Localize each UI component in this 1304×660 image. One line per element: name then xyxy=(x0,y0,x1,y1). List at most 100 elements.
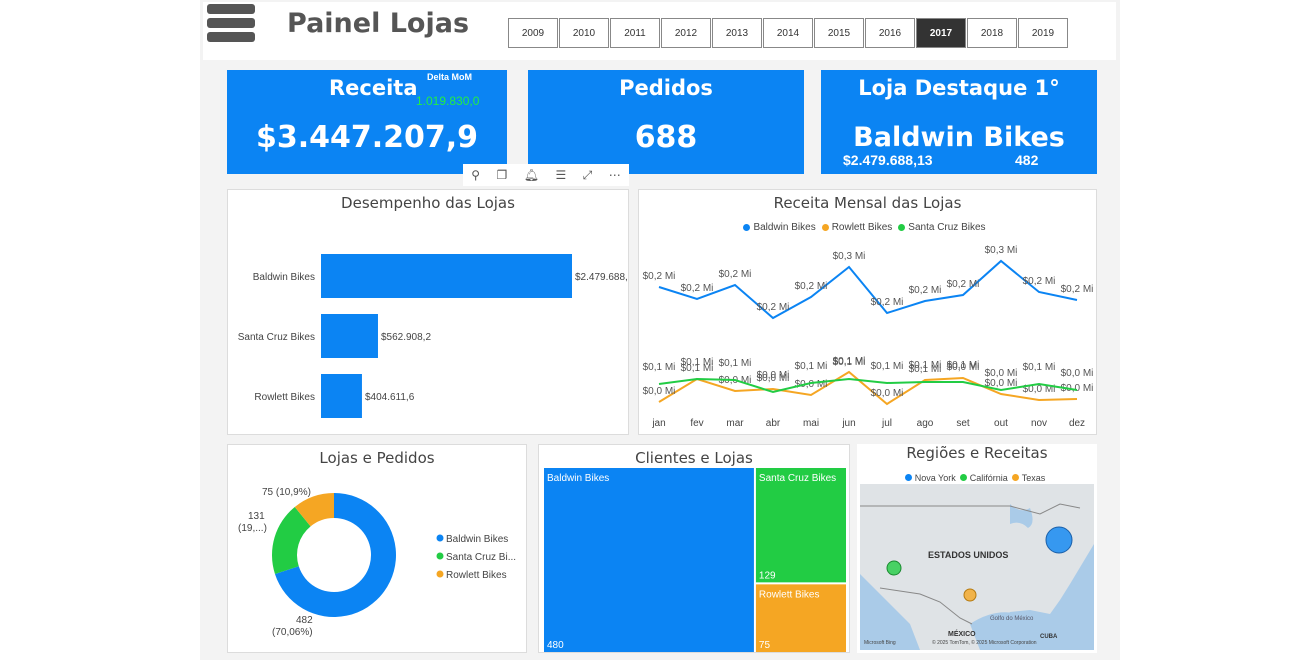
year-button-2018[interactable]: 2018 xyxy=(967,18,1017,48)
treemap-tile[interactable] xyxy=(755,468,846,583)
line-data-label: $0,0 Mi xyxy=(795,379,828,390)
line-data-label: $0,0 Mi xyxy=(757,370,790,381)
line-data-label: $0,2 Mi xyxy=(947,279,980,290)
bar[interactable] xyxy=(321,374,362,418)
mensal-panel[interactable]: Receita Mensal das Lojas Baldwin Bikes Ro… xyxy=(638,189,1097,435)
menu-icon[interactable] xyxy=(207,4,255,44)
year-button-2012[interactable]: 2012 xyxy=(661,18,711,48)
legend-item[interactable]: Rowlett Bikes xyxy=(821,222,893,233)
treemap-tile-value: 75 xyxy=(759,640,771,651)
legend-dot-icon xyxy=(436,534,444,542)
legend-dot-icon xyxy=(1011,474,1019,481)
year-button-2015[interactable]: 2015 xyxy=(814,18,864,48)
year-button-2013[interactable]: 2013 xyxy=(712,18,762,48)
legend-dot-icon xyxy=(904,474,912,481)
treemap-tile-value: 480 xyxy=(547,640,564,651)
map-cuba-label: CUBA xyxy=(1040,634,1058,640)
kpi-pedidos-title: Pedidos xyxy=(619,76,713,100)
line-data-label: $0,0 Mi xyxy=(643,386,676,397)
x-tick-label: mai xyxy=(803,418,819,429)
map-legend-label: Texas xyxy=(1021,472,1046,483)
treemap-chart: Baldwin Bikes 480 Santa Cruz Bikes 129 Rowle… xyxy=(544,468,846,652)
donut-legend-label[interactable]: Rowlett Bikes xyxy=(446,570,507,581)
copy-icon[interactable]: ❐ xyxy=(497,168,508,182)
donut-data-label: 131 xyxy=(248,511,265,522)
map-country-label: ESTADOS UNIDOS xyxy=(928,550,1008,560)
year-button-2017[interactable]: 2017 xyxy=(916,18,966,48)
year-button-2010[interactable]: 2010 xyxy=(559,18,609,48)
bar-value-label: $2.479.688,1 xyxy=(575,272,628,283)
delta-label: Delta MoM xyxy=(427,72,472,82)
kpi-receita-card[interactable]: Receita Delta MoM 1.019.830,0 $3.447.207… xyxy=(227,70,507,174)
map-legend-label: Nova York xyxy=(914,472,956,483)
bar[interactable] xyxy=(321,314,378,358)
focus-icon[interactable]: ⤢ xyxy=(583,168,593,183)
map-legend-item[interactable]: Texas xyxy=(1011,472,1046,483)
map-legend-item[interactable]: Nova York xyxy=(904,472,956,483)
more-icon[interactable]: ⋯ xyxy=(609,168,621,182)
year-button-2019[interactable]: 2019 xyxy=(1018,18,1068,48)
legend-dot-icon xyxy=(959,474,967,481)
treemap-tile[interactable] xyxy=(544,468,754,652)
kpi-destaque-title: Loja Destaque 1° xyxy=(858,76,1060,100)
donut-legend-label[interactable]: Santa Cruz Bi... xyxy=(446,552,516,563)
pin-icon[interactable]: ⚲ xyxy=(471,168,480,182)
treemap-tile-label: Santa Cruz Bikes xyxy=(759,473,836,484)
x-tick-label: abr xyxy=(766,418,781,429)
legend-item[interactable]: Santa Cruz Bikes xyxy=(898,222,986,233)
kpi-destaque-orders: 482 xyxy=(1015,152,1039,168)
legend-dot-icon xyxy=(743,224,751,231)
line-data-label: $0,2 Mi xyxy=(1023,276,1056,287)
x-tick-label: set xyxy=(956,418,970,429)
x-tick-label: ago xyxy=(917,418,934,429)
kpi-pedidos-card[interactable]: Pedidos 688 xyxy=(528,70,804,174)
visual-toolbar: ⚲ ❐ 🔔︎ ☰ ⤢ ⋯ xyxy=(463,164,629,186)
donut-data-label: 75 (10,9%) xyxy=(262,487,311,498)
legend-dot-icon xyxy=(821,224,829,231)
kpi-receita-title: Receita xyxy=(329,76,418,100)
x-tick-label: fev xyxy=(690,418,703,429)
map-credits: © 2025 TomTom, © 2025 Microsoft Corporat… xyxy=(932,639,1037,646)
year-button-2016[interactable]: 2016 xyxy=(865,18,915,48)
line-data-label: $0,0 Mi xyxy=(871,388,904,399)
line-data-label: $0,2 Mi xyxy=(909,285,942,296)
x-tick-label: jun xyxy=(841,418,855,429)
bar[interactable] xyxy=(321,254,572,298)
bubble-nova-york[interactable] xyxy=(1045,526,1073,554)
year-button-2011[interactable]: 2011 xyxy=(610,18,660,48)
page-title: Painel Lojas xyxy=(287,8,470,39)
treemap-tile-label: Rowlett Bikes xyxy=(759,589,820,600)
bar-value-label: $404.611,6 xyxy=(365,392,415,403)
desempenho-panel[interactable]: Desempenho das Lojas Baldwin Bikes $2.479… xyxy=(227,189,629,435)
bar-category-label: Baldwin Bikes xyxy=(253,272,315,283)
line-data-label: $0,1 Mi xyxy=(909,360,942,371)
kpi-pedidos-value: 688 xyxy=(634,120,698,155)
donut-data-label-part: (70,06%) xyxy=(272,627,313,638)
line-data-label: $0,2 Mi xyxy=(757,302,790,313)
year-button-2014[interactable]: 2014 xyxy=(763,18,813,48)
bubble-texas[interactable] xyxy=(963,588,977,602)
treemap-panel[interactable]: Clientes e Lojas Baldwin Bikes 480 Santa C… xyxy=(538,444,850,653)
line-data-label: $0,2 Mi xyxy=(681,283,714,294)
year-button-2009[interactable]: 2009 xyxy=(508,18,558,48)
bar-value-label: $562.908,2 xyxy=(381,332,431,343)
year-slicer: 2009 2010 2011 2012 2013 2014 2015 2016 2017 2018… xyxy=(508,18,1069,48)
pedidos-panel[interactable]: Lojas e Pedidos 482 (70,06%) 131 (19,...) 75… xyxy=(227,444,527,653)
map-legend-item[interactable]: Califórnia xyxy=(959,473,1008,483)
legend-dot-icon xyxy=(436,552,444,560)
mapa-panel[interactable]: Regiões e Receitas Nova York Califórnia Te… xyxy=(857,444,1097,653)
filter-icon[interactable]: ☰ xyxy=(555,168,566,182)
delta-value: 1.019.830,0 xyxy=(416,94,480,108)
map-view[interactable]: ESTADOS UNIDOS Golfo do México MÉXICO CU… xyxy=(860,484,1094,650)
bar-category-label: Rowlett Bikes xyxy=(254,392,315,403)
kpi-destaque-card[interactable]: Loja Destaque 1° Baldwin Bikes $2.479.68… xyxy=(821,70,1097,174)
donut-legend-label[interactable]: Baldwin Bikes xyxy=(446,534,508,545)
line-data-label: $0,2 Mi xyxy=(795,281,828,292)
map-mexico-label: MÉXICO xyxy=(948,629,976,638)
bell-icon[interactable]: 🔔︎ xyxy=(524,168,539,182)
line-data-label: $0,3 Mi xyxy=(833,251,866,262)
treemap-tile-label: Baldwin Bikes xyxy=(547,473,609,484)
legend-item[interactable]: Baldwin Bikes xyxy=(743,222,816,233)
legend-label: Rowlett Bikes xyxy=(831,222,893,233)
bubble-california[interactable] xyxy=(886,560,902,576)
